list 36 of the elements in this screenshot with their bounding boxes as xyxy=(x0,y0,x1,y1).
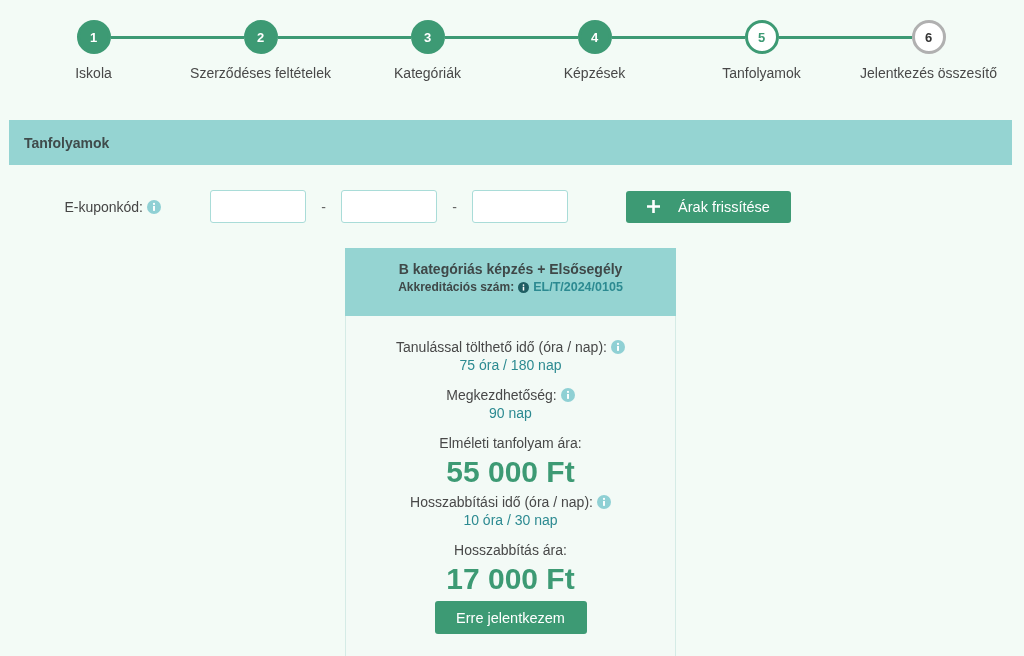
detail-label: Hosszabbítási idő (óra / nap): xyxy=(410,493,593,510)
apply-button[interactable]: Erre jelentkezem xyxy=(434,601,587,634)
step-label: Képzések xyxy=(563,64,626,83)
detail-label: Megkezdhetőség: xyxy=(446,386,557,403)
detail-label: Tanulással tölthető idő (óra / nap): xyxy=(396,338,607,355)
coupon-input-field[interactable] xyxy=(210,190,306,223)
step-label: Jelentkezés összesítő xyxy=(860,64,997,83)
coupon-input-field[interactable] xyxy=(472,190,568,223)
detail-value: 10 óra / 30 nap xyxy=(463,511,558,530)
separator-dash: - xyxy=(451,198,458,215)
step-circle[interactable]: 3 xyxy=(410,20,445,54)
price-value: 55 000 Ft xyxy=(446,454,575,490)
step-circle[interactable]: 6 xyxy=(911,20,946,54)
step-circle[interactable]: 1 xyxy=(76,20,111,54)
section-title: Tanfolyamok xyxy=(24,134,110,151)
detail-label: Elméleti tanfolyam ára: xyxy=(439,434,582,451)
step-label: Iskola xyxy=(75,64,112,83)
course-title: B kategóriás képzés + Elsősegély xyxy=(398,260,623,279)
refresh-prices-button[interactable]: Árak frissítése xyxy=(626,190,791,223)
info-icon[interactable] xyxy=(518,281,530,293)
separator-dash: - xyxy=(320,198,327,215)
price-value: 17 000 Ft xyxy=(446,561,575,597)
step-label: Tanfolyamok xyxy=(722,64,801,83)
step-label: Kategóriák xyxy=(394,64,461,83)
detail-label: Hosszabbítás ára: xyxy=(454,541,567,558)
step-circle[interactable]: 2 xyxy=(243,20,278,54)
step-circle[interactable]: 5 xyxy=(744,20,779,54)
step-circle[interactable]: 4 xyxy=(577,20,612,54)
detail-value: 90 nap xyxy=(489,404,532,423)
coupon-label: E-kuponkód: xyxy=(64,198,143,215)
coupon-input-field[interactable] xyxy=(341,190,437,223)
accreditation-number: EL/T/2024/0105 xyxy=(533,280,623,294)
plus-icon xyxy=(647,200,661,213)
accreditation-label: Akkreditációs szám: xyxy=(398,280,515,294)
detail-value: 75 óra / 180 nap xyxy=(459,356,562,375)
step-label: Szerződéses feltételek xyxy=(190,64,331,83)
